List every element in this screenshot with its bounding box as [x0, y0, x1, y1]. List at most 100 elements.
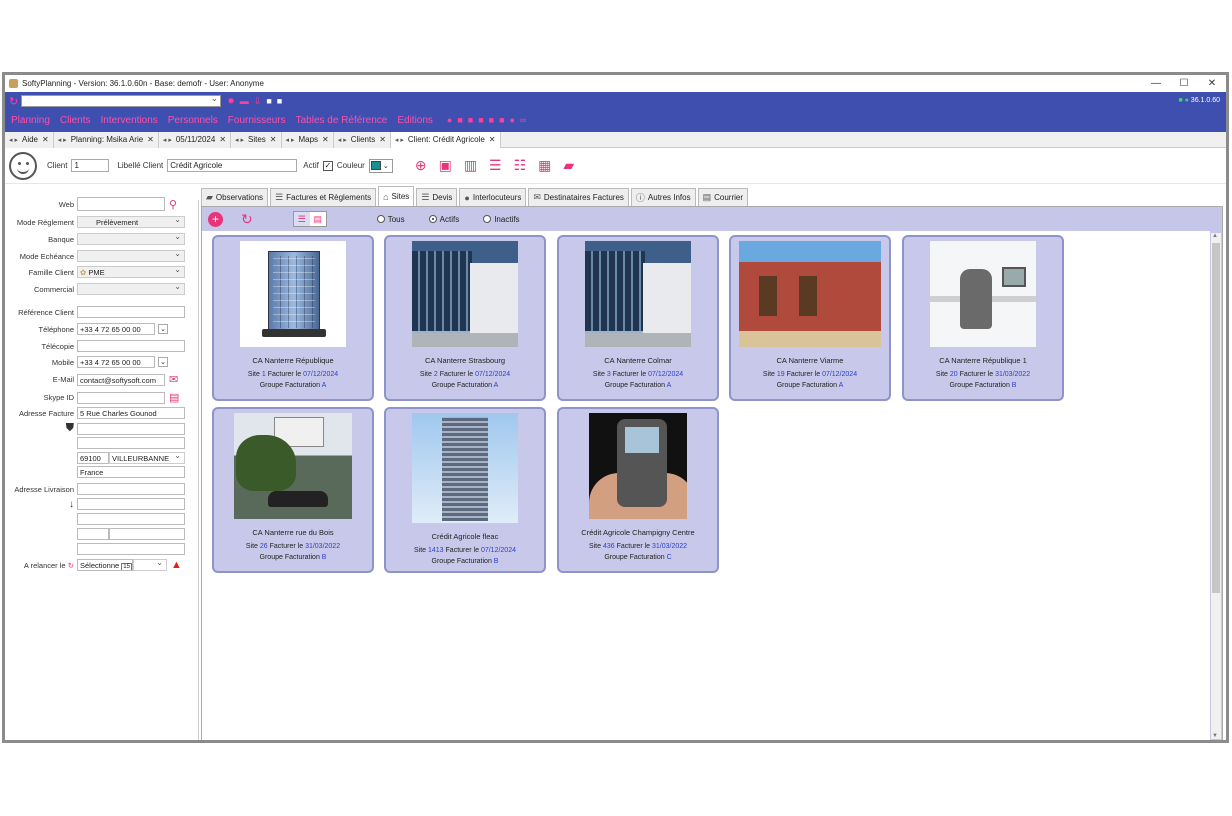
minimize-button[interactable]: —	[1142, 78, 1170, 89]
doc-tab-clients[interactable]: ◂ ▸ Clients ✕	[333, 131, 391, 148]
refresh-sites-icon[interactable]: ↻	[241, 211, 253, 228]
quick-search-combo[interactable]	[21, 93, 222, 107]
folder-open-icon[interactable]: ■	[478, 115, 483, 125]
scroll-thumb[interactable]	[1212, 243, 1220, 593]
menu-personnels[interactable]: Personnels	[168, 115, 218, 126]
actif-checkbox[interactable]: ✓	[322, 160, 333, 171]
window-tile-icon[interactable]: ■	[266, 96, 271, 106]
film-icon[interactable]: ▦	[538, 157, 551, 174]
filter-inactifs[interactable]: Inactifs	[483, 215, 520, 224]
menu-tables-reference[interactable]: Tables de Référence	[296, 115, 388, 126]
libelle-field[interactable]: Crédit Agricole	[167, 159, 298, 172]
site-card[interactable]: CA Nanterre République Site 1 Facturer l…	[212, 235, 374, 401]
search-icon[interactable]: ⚲	[169, 198, 177, 211]
tab-sites[interactable]: ⌂ Sites	[378, 186, 415, 206]
scroll-down-icon[interactable]: ▼	[1212, 733, 1218, 739]
livraison-postal-code[interactable]	[77, 528, 109, 540]
mail-icon[interactable]: ■	[468, 115, 473, 125]
tab-nav-icon[interactable]: ◂ ▸	[395, 136, 404, 144]
client-id-field[interactable]: 1	[71, 159, 110, 172]
site-card[interactable]: CA Nanterre Colmar Site 3 Facturer le 07…	[557, 235, 719, 401]
maximize-button[interactable]: ☐	[1170, 78, 1198, 89]
country-field[interactable]: France	[77, 466, 185, 478]
banque-select[interactable]	[77, 232, 185, 245]
doc-tab-maps[interactable]: ◂ ▸ Maps ✕	[281, 131, 334, 148]
scroll-up-icon[interactable]: ▲	[1212, 233, 1218, 239]
list-check-icon[interactable]: ☰	[489, 157, 502, 174]
filter-tous[interactable]: Tous	[376, 215, 405, 224]
menu-interventions[interactable]: Interventions	[101, 115, 158, 126]
tab-nav-icon[interactable]: ◂ ▸	[9, 136, 18, 144]
adresse-livraison-line2[interactable]	[77, 498, 185, 510]
doc-tab-client-credit-agricole[interactable]: ◂ ▸ Client: Crédit Agricole ✕	[390, 131, 501, 148]
calendar-icon[interactable]: ■	[499, 115, 504, 125]
puzzle-icon[interactable]: ✸	[227, 96, 235, 107]
close-tab-icon[interactable]: ✕	[489, 135, 496, 144]
tab-nav-icon[interactable]: ◂ ▸	[338, 136, 347, 144]
list-add-icon[interactable]: ☷	[514, 157, 527, 174]
vertical-scrollbar[interactable]: ▲ ▼	[1211, 233, 1221, 739]
doc-tab-sites[interactable]: ◂ ▸ Sites ✕	[231, 131, 282, 148]
tab-destinataires-factures[interactable]: ✉ Destinataires Factures	[528, 188, 629, 206]
keyboard-icon[interactable]: ▬	[240, 96, 249, 106]
adresse-livraison-line3[interactable]	[77, 513, 185, 525]
tab-nav-icon[interactable]: ◂ ▸	[163, 136, 172, 144]
save-icon[interactable]: ▣	[439, 157, 452, 174]
close-tab-icon[interactable]: ✕	[322, 135, 329, 144]
doc-tab-planning[interactable]: ◂ ▸ Planning: Msika Arie ✕	[53, 131, 159, 148]
commercial-select[interactable]	[77, 282, 185, 295]
refresh-icon[interactable]: ↻	[9, 95, 18, 108]
folder-user-icon[interactable]: ▰	[563, 157, 574, 174]
site-card[interactable]: CA Nanterre République 1 Site 20 Facture…	[902, 235, 1064, 401]
calendar-icon[interactable]: 15	[121, 563, 132, 570]
download-icon[interactable]: ⇩	[254, 96, 262, 107]
menu-editions[interactable]: Editions	[397, 115, 433, 126]
chevron-down-icon[interactable]: ⌄	[158, 324, 168, 334]
livraison-country[interactable]	[77, 543, 185, 555]
tab-factures-reglements[interactable]: ☰ Factures et Règlements	[270, 188, 377, 206]
relancer-date-field[interactable]: Sélectionne 15	[77, 559, 133, 571]
tab-courrier[interactable]: ▤ Courrier	[697, 188, 749, 206]
tab-autres-infos[interactable]: ⓘ Autres Infos	[630, 188, 696, 206]
city-select[interactable]: VILLEURBANNE	[109, 451, 185, 464]
tab-nav-icon[interactable]: ◂ ▸	[235, 136, 244, 144]
users-icon[interactable]: ●	[510, 115, 515, 125]
window-cascade-icon[interactable]: ■	[277, 96, 282, 106]
site-card[interactable]: CA Nanterre Viarme Site 19 Facturer le 0…	[729, 235, 891, 401]
postal-code-field[interactable]: 69100	[77, 452, 109, 464]
site-card[interactable]: CA Nanterre Strasbourg Site 2 Facturer l…	[384, 235, 546, 401]
color-picker[interactable]: ⌄	[368, 158, 393, 173]
print-icon[interactable]: ■	[489, 115, 494, 125]
card-view-icon[interactable]: ▤	[309, 212, 326, 226]
site-card[interactable]: Crédit Agricole fleac Site 1413 Facturer…	[384, 407, 546, 573]
close-tab-icon[interactable]: ✕	[42, 135, 49, 144]
close-tab-icon[interactable]: ✕	[270, 135, 277, 144]
close-tab-icon[interactable]: ✕	[379, 135, 386, 144]
close-tab-icon[interactable]: ✕	[147, 135, 154, 144]
telephone-field[interactable]: +33 4 72 65 00 00	[77, 323, 155, 335]
tab-observations[interactable]: ▰ Observations	[201, 188, 269, 206]
tab-interlocuteurs[interactable]: ● Interlocuteurs	[459, 188, 527, 206]
add-icon[interactable]: ⊕	[415, 157, 427, 174]
site-card[interactable]: CA Nanterre rue du Bois Site 26 Facturer…	[212, 407, 374, 573]
tab-devis[interactable]: ☰ Devis	[416, 188, 458, 206]
famille-select[interactable]: ✿ PME	[77, 265, 185, 278]
mode-echeance-select[interactable]	[77, 249, 185, 262]
list-view-icon[interactable]: ☰	[294, 212, 310, 226]
reference-field[interactable]	[77, 306, 185, 318]
folder-icon[interactable]: ■	[457, 115, 462, 125]
mode-reglement-select[interactable]: Prélèvement	[77, 215, 185, 228]
relancer-select[interactable]	[133, 558, 167, 571]
mobile-field[interactable]: +33 4 72 65 00 00	[77, 356, 155, 368]
close-window-button[interactable]: ✕	[1198, 78, 1226, 89]
web-field[interactable]	[77, 197, 165, 211]
chat-icon[interactable]: ▤	[169, 391, 179, 404]
filter-actifs[interactable]: Actifs	[428, 215, 459, 224]
add-site-icon[interactable]: +	[208, 211, 223, 227]
skype-field[interactable]	[77, 391, 165, 404]
menu-clients[interactable]: Clients	[60, 115, 91, 126]
tab-nav-icon[interactable]: ◂ ▸	[58, 136, 67, 144]
help-icon[interactable]: ●	[447, 115, 452, 125]
close-tab-icon[interactable]: ✕	[219, 135, 226, 144]
tab-nav-icon[interactable]: ◂ ▸	[286, 136, 295, 144]
